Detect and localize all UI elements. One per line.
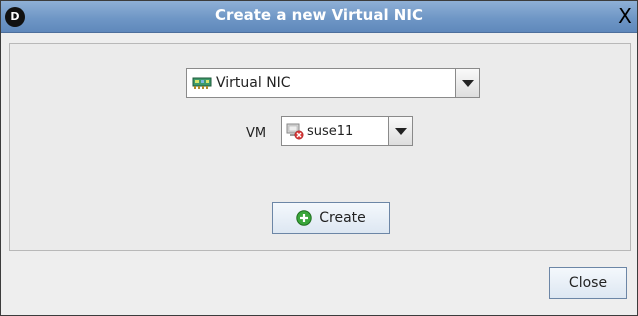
type-select-value: Virtual NIC: [187, 75, 455, 91]
type-select-dropdown-button[interactable]: [455, 69, 479, 97]
vm-select-dropdown-button[interactable]: [388, 117, 412, 145]
add-icon: [296, 210, 312, 226]
type-select-label: Virtual NIC: [216, 75, 291, 91]
vm-select-value: suse11: [282, 122, 388, 140]
network-card-icon: [192, 76, 212, 90]
title-bar[interactable]: D Create a new Virtual NIC X: [1, 1, 637, 33]
dialog-window: D Create a new Virtual NIC X Virtual NIC…: [0, 0, 638, 316]
close-button[interactable]: Close: [549, 267, 627, 299]
dialog-title: Create a new Virtual NIC: [215, 6, 423, 24]
vm-label: VM: [246, 126, 267, 141]
chevron-down-icon: [394, 127, 407, 135]
type-select[interactable]: Virtual NIC: [186, 68, 480, 98]
create-button-label: Create: [319, 210, 366, 226]
create-button[interactable]: Create: [272, 202, 390, 234]
vm-select[interactable]: suse11: [281, 116, 413, 146]
close-icon[interactable]: X: [615, 5, 635, 27]
close-button-label: Close: [568, 275, 608, 291]
vm-stopped-icon: [286, 122, 304, 140]
chevron-down-icon: [461, 79, 474, 87]
vm-select-label: suse11: [307, 123, 354, 139]
content-panel: Virtual NIC VM suse11 Create: [9, 43, 631, 251]
